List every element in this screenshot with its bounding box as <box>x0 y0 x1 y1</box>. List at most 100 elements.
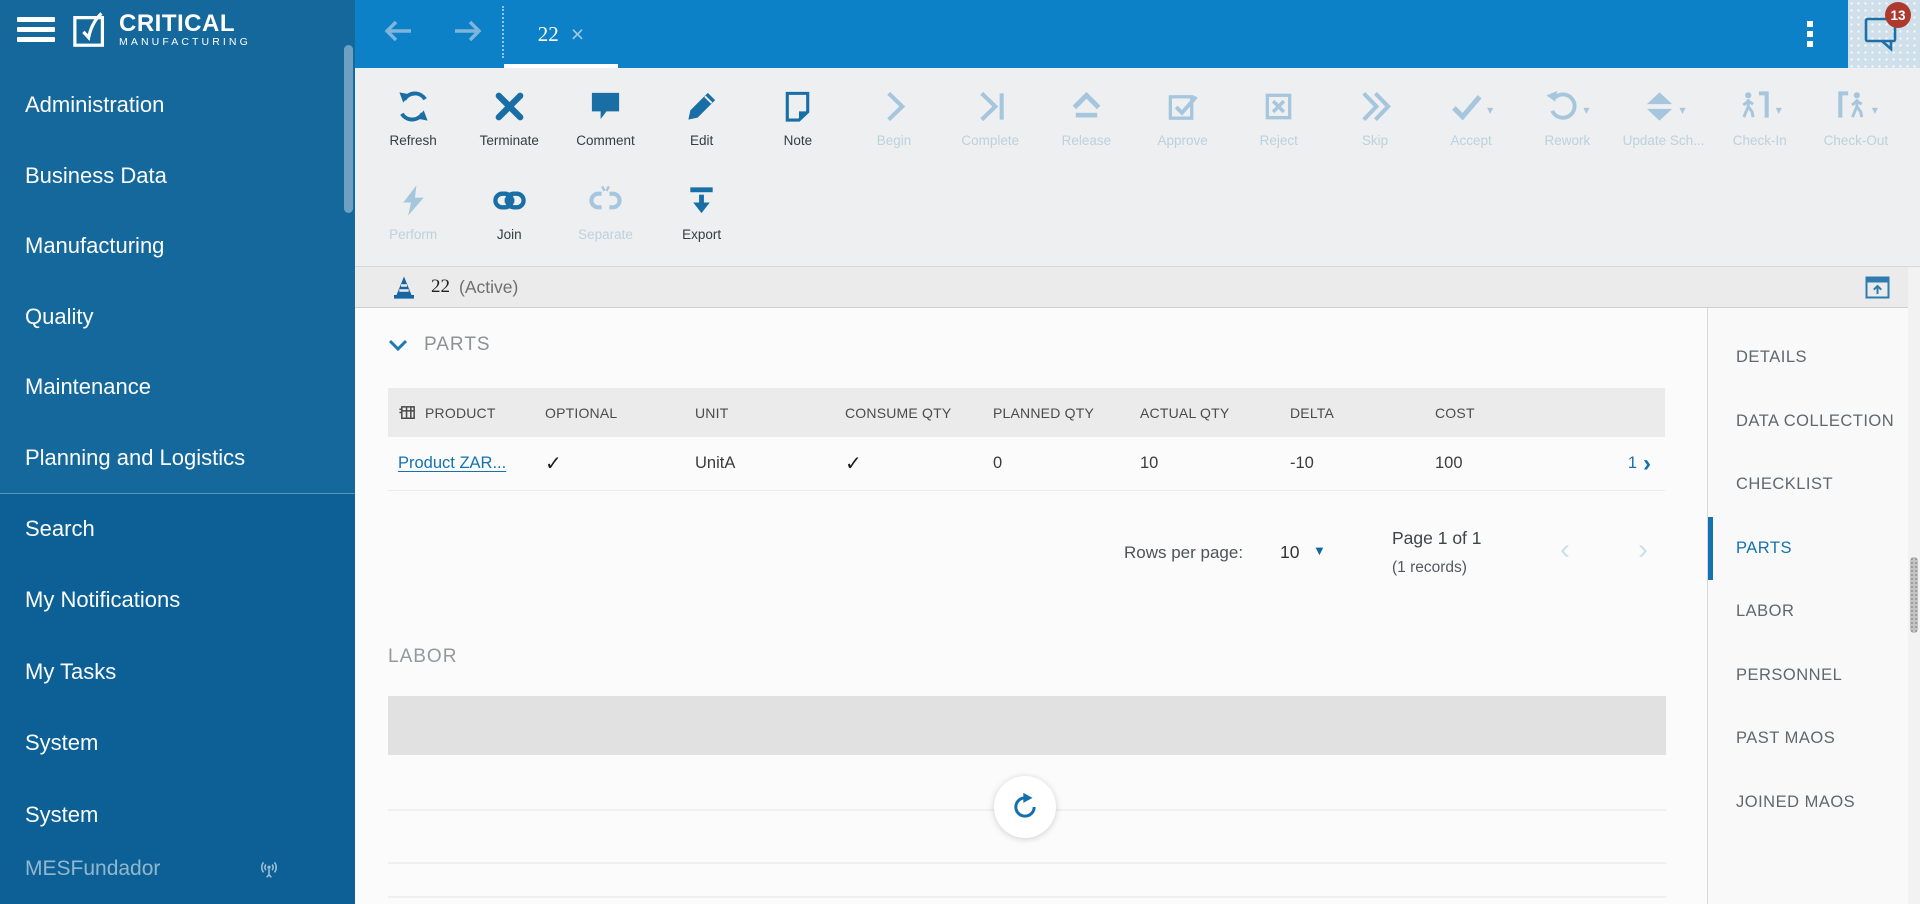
column-header-optional[interactable]: OPTIONAL <box>545 405 695 421</box>
row-detail-pager[interactable]: 1 › <box>1595 449 1665 477</box>
product-link[interactable]: Product ZAR... <box>398 454 506 472</box>
sidebar-header: CRITICAL MANUFACTURING <box>0 0 355 68</box>
sidebar-user-label: MESFundador <box>25 857 161 880</box>
accept-icon <box>1449 89 1484 124</box>
skeleton-line <box>388 862 1666 864</box>
labor-section-title: LABOR <box>388 646 458 667</box>
sidebar-item-business-data[interactable]: Business Data <box>0 141 355 212</box>
action-toolbar: ▾ Refresh ▾ Terminate ▾ Comment ▾ Edit ▾… <box>355 68 1920 267</box>
column-header-product[interactable]: PRODUCT <box>388 404 545 421</box>
sidebar-item-manufacturing[interactable]: Manufacturing <box>0 211 355 282</box>
next-page-icon[interactable]: › <box>1638 533 1648 567</box>
toolbar-button-approve[interactable]: ▾ Approve <box>1135 82 1231 148</box>
toolbar-button-join[interactable]: ▾ Join <box>461 176 557 242</box>
chevron-down-icon[interactable]: ▼ <box>1313 543 1326 558</box>
approve-icon <box>1165 89 1200 124</box>
chevron-down-icon: ▾ <box>1487 103 1494 117</box>
tab-checklist[interactable]: CHECKLIST <box>1708 453 1908 517</box>
hamburger-menu-icon[interactable] <box>17 17 55 47</box>
parts-table-header: PRODUCT OPTIONAL UNIT CONSUME QTY PLANNE… <box>388 388 1665 437</box>
toolbar-button-edit[interactable]: ▾ Edit <box>654 82 750 148</box>
toolbar-button-perform[interactable]: ▾ Perform <box>365 176 461 242</box>
sidebar-user-item[interactable]: MESFundador <box>0 845 355 893</box>
toolbar-button-reject[interactable]: ▾ Reject <box>1231 82 1327 148</box>
tab-details[interactable]: DETAILS <box>1708 326 1908 390</box>
labor-loading-placeholder <box>388 696 1666 755</box>
column-header-cost[interactable]: COST <box>1435 405 1595 421</box>
chevron-right-icon: › <box>1643 449 1651 477</box>
sidebar-primary-menu: Administration Business Data Manufacturing… <box>0 70 355 493</box>
column-header-delta[interactable]: DELTA <box>1290 405 1435 421</box>
sidebar-item-search[interactable]: Search <box>0 493 355 565</box>
column-header-consume-qty[interactable]: CONSUME QTY <box>845 405 993 421</box>
tab-joined-maos[interactable]: JOINED MAOS <box>1708 771 1908 835</box>
toolbar-button-release[interactable]: ▾ Release <box>1038 82 1134 148</box>
parts-section-title: PARTS <box>424 334 491 355</box>
toolbar-button-terminate[interactable]: ▾ Terminate <box>461 82 557 148</box>
rework-icon <box>1545 89 1580 124</box>
toolbar-button-rework[interactable]: ▾ Rework <box>1519 82 1615 148</box>
sidebar-scrollbar-thumb[interactable] <box>344 45 353 213</box>
tab-personnel[interactable]: PERSONNEL <box>1708 644 1908 708</box>
planned-qty-value: 0 <box>993 454 1003 472</box>
previous-page-icon[interactable]: ‹ <box>1560 533 1570 567</box>
notifications-button[interactable]: 13 <box>1848 0 1920 68</box>
brand-logo: CRITICAL MANUFACTURING <box>72 10 251 50</box>
column-header-actual-qty[interactable]: ACTUAL QTY <box>1140 405 1290 421</box>
tab-parts[interactable]: PARTS <box>1708 516 1908 581</box>
column-header-planned-qty[interactable]: PLANNED QTY <box>993 405 1140 421</box>
toolbar-button-refresh[interactable]: ▾ Refresh <box>365 82 461 148</box>
cone-icon <box>391 274 417 300</box>
tab-label: 22 <box>537 21 559 46</box>
reject-icon <box>1261 89 1296 124</box>
skip-icon <box>1357 89 1392 124</box>
toolbar-button-begin[interactable]: ▾ Begin <box>846 82 942 148</box>
rows-per-page-select[interactable]: 10 <box>1280 542 1299 563</box>
records-count: (1 records) <box>1392 559 1467 576</box>
sidebar-item-maintenance[interactable]: Maintenance <box>0 352 355 423</box>
toolbar-button-comment[interactable]: ▾ Comment <box>557 82 653 148</box>
tab-22[interactable]: 22 × <box>504 0 618 68</box>
begin-icon <box>877 89 912 124</box>
sidebar-item-planning-and-logistics[interactable]: Planning and Logistics <box>0 423 355 494</box>
column-chooser-icon <box>398 404 417 421</box>
forward-arrow-icon[interactable] <box>452 19 484 45</box>
page-scrollbar-thumb[interactable] <box>1910 557 1918 633</box>
page-scrollbar <box>1908 267 1920 904</box>
chevron-down-icon[interactable] <box>388 339 408 352</box>
terminate-icon <box>492 89 527 124</box>
sidebar-item-administration[interactable]: Administration <box>0 70 355 141</box>
toolbar-button-check-out[interactable]: ▾ Check-Out <box>1808 82 1904 148</box>
tab-data-collection[interactable]: DATA COLLECTION <box>1708 390 1908 454</box>
skeleton-line <box>388 896 1666 898</box>
toolbar-button-separate[interactable]: ▾ Separate <box>557 176 653 242</box>
toolbar-button-export[interactable]: ▾ Export <box>654 176 750 242</box>
toolbar-button-skip[interactable]: ▾ Skip <box>1327 82 1423 148</box>
check-out-icon <box>1834 89 1869 124</box>
column-header-unit[interactable]: UNIT <box>695 405 845 421</box>
tab-past-maos[interactable]: PAST MAOS <box>1708 707 1908 771</box>
kebab-menu-icon[interactable] <box>1802 21 1818 49</box>
toolbar-button-update-schedule[interactable]: ▾ Update Sch... <box>1615 82 1711 148</box>
sidebar-item-my-tasks[interactable]: My Tasks <box>0 636 355 708</box>
parts-section-header: PARTS <box>388 334 491 356</box>
parts-pagination: Rows per page: 10 ▼ Page 1 of 1 (1 recor… <box>388 523 1665 595</box>
popout-icon[interactable] <box>1865 276 1890 299</box>
sidebar-item-system-2[interactable]: System <box>0 779 355 851</box>
sidebar-item-system-1[interactable]: System <box>0 708 355 780</box>
delta-value: -10 <box>1290 454 1314 472</box>
brand-subtitle: MANUFACTURING <box>119 35 251 48</box>
toolbar-button-complete[interactable]: ▾ Complete <box>942 82 1038 148</box>
toolbar-button-note[interactable]: ▾ Note <box>750 82 846 148</box>
toolbar-button-check-in[interactable]: ▾ Check-In <box>1712 82 1808 148</box>
toolbar-button-accept[interactable]: ▾ Accept <box>1423 82 1519 148</box>
parts-table: PRODUCT OPTIONAL UNIT CONSUME QTY PLANNE… <box>388 388 1665 491</box>
check-in-icon <box>1738 89 1773 124</box>
detail-tabs-panel: DETAILS DATA COLLECTION CHECKLIST PARTS LABO… <box>1707 308 1908 904</box>
tab-labor[interactable]: LABOR <box>1708 580 1908 644</box>
entity-status-bar: 22 (Active) <box>355 267 1908 308</box>
sidebar-item-quality[interactable]: Quality <box>0 282 355 353</box>
back-arrow-icon[interactable] <box>382 19 414 45</box>
close-icon[interactable]: × <box>571 23 584 46</box>
sidebar-item-my-notifications[interactable]: My Notifications <box>0 565 355 637</box>
